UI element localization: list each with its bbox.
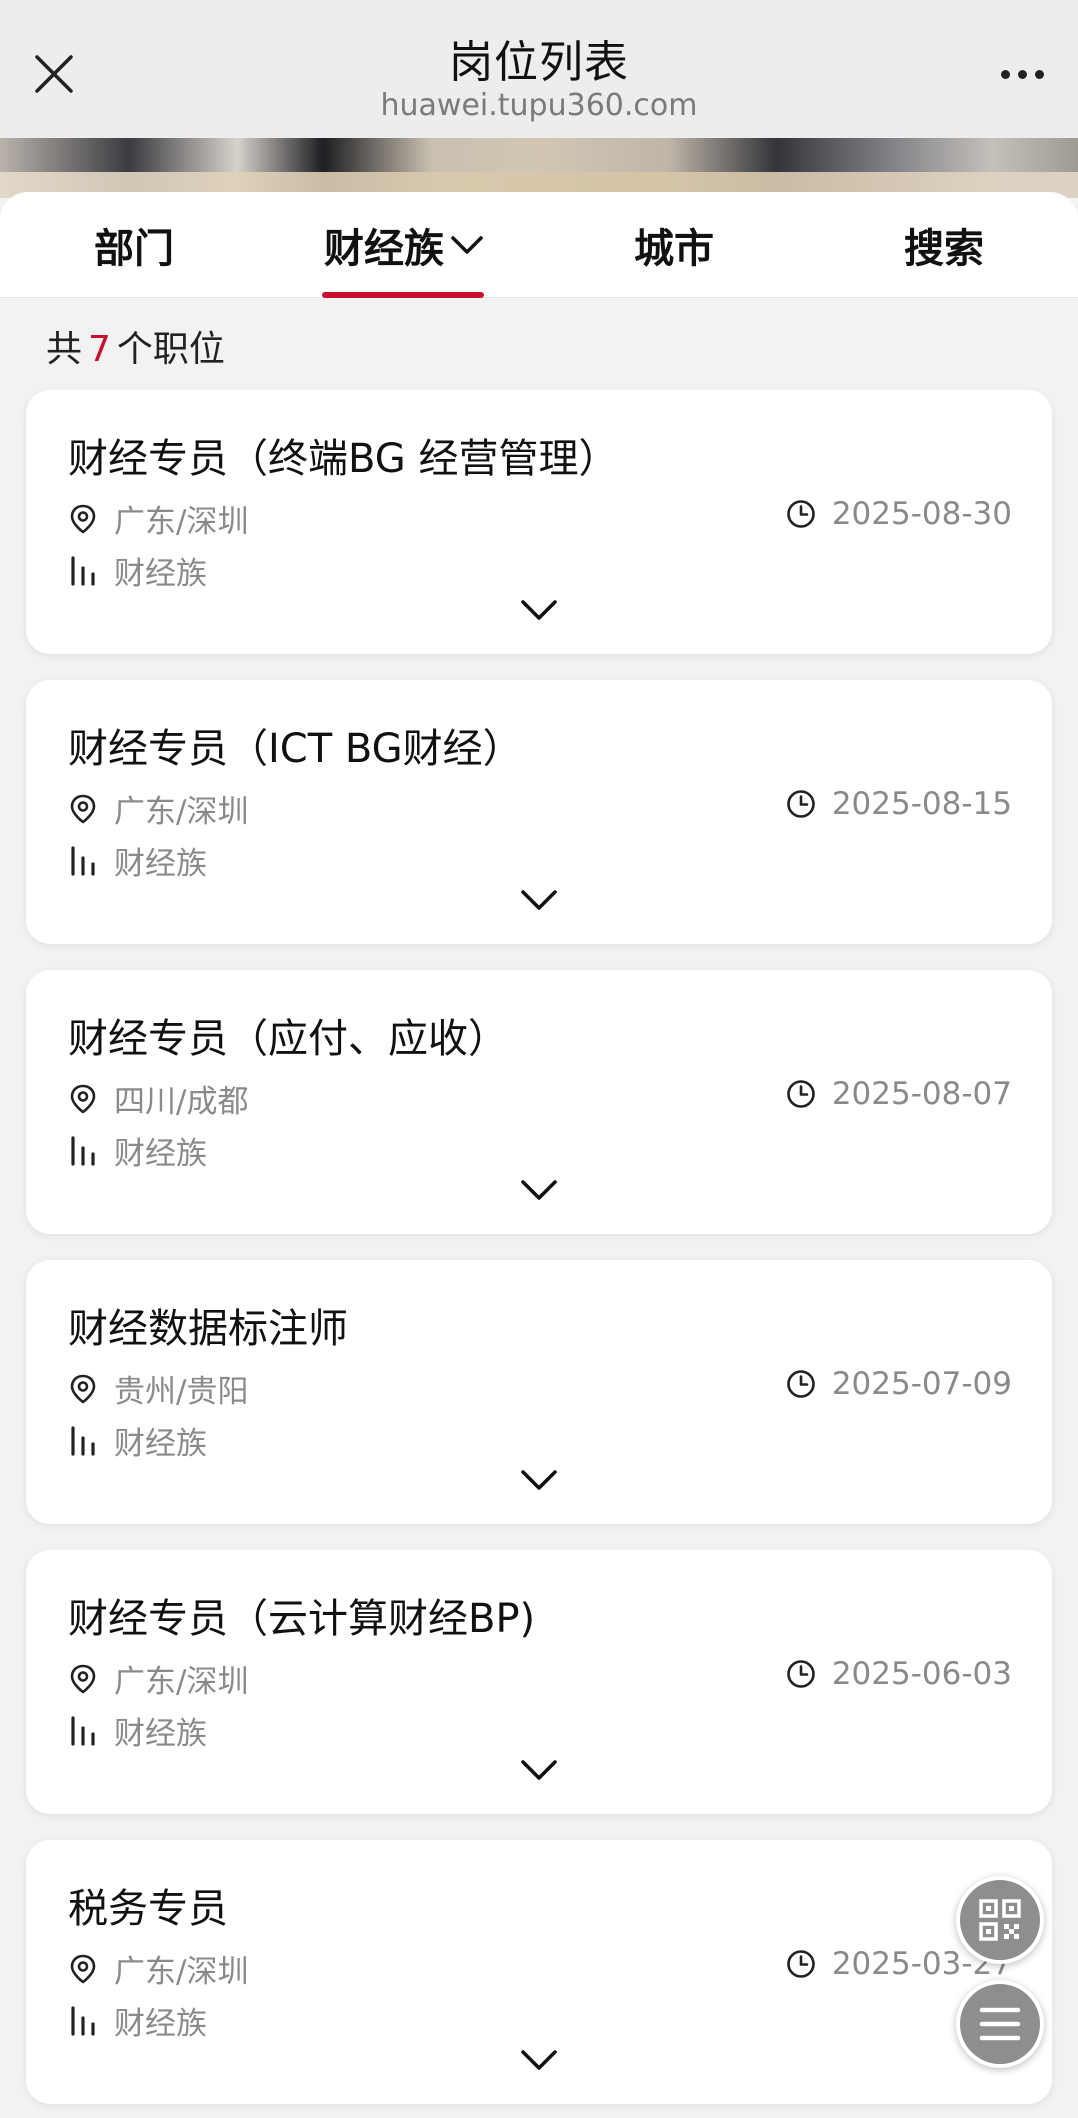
job-location-text: 广东/深圳 <box>114 794 249 830</box>
tab-department[interactable]: 部门 <box>34 192 234 298</box>
chevron-down-icon <box>519 888 559 912</box>
job-family: 财经族 <box>68 1708 207 1753</box>
location-pin-icon <box>68 504 98 534</box>
job-location: 四川/成都 <box>68 1076 248 1121</box>
job-family-text: 财经族 <box>114 1136 207 1172</box>
location-pin-icon <box>68 794 98 824</box>
tab-city[interactable]: 城市 <box>574 192 774 298</box>
clock-icon <box>786 1949 816 1979</box>
job-location-text: 广东/深圳 <box>114 1954 249 1990</box>
clock-icon <box>786 1659 816 1689</box>
job-family-text: 财经族 <box>114 2006 207 2042</box>
job-location-text: 贵州/贵阳 <box>114 1374 249 1410</box>
bar-chart-icon <box>68 555 98 586</box>
expand-button[interactable] <box>506 1750 572 1790</box>
job-family: 财经族 <box>68 1128 207 1173</box>
job-card[interactable]: 财经专员（ICT BG财经） 广东/深圳 2025-08-15 财经族 <box>26 680 1052 944</box>
location-pin-icon <box>68 1374 98 1404</box>
job-date: 2025-08-15 <box>786 786 1012 822</box>
page-title: 岗位列表 <box>449 37 629 88</box>
tab-search[interactable]: 搜索 <box>844 192 1044 298</box>
menu-button[interactable] <box>956 1980 1044 2068</box>
job-family: 财经族 <box>68 838 207 883</box>
job-location: 广东/深圳 <box>68 496 248 541</box>
job-family: 财经族 <box>68 1998 207 2043</box>
tab-label: 城市 <box>634 226 714 272</box>
job-date-text: 2025-06-03 <box>831 1656 1012 1692</box>
expand-button[interactable] <box>506 880 572 920</box>
bar-chart-icon <box>68 2005 98 2036</box>
job-card[interactable]: 财经专员（应付、应收） 四川/成都 2025-08-07 财经族 <box>26 970 1052 1234</box>
bar-chart-icon <box>68 1425 98 1456</box>
job-date-text: 2025-08-30 <box>831 496 1012 532</box>
job-card[interactable]: 财经专员（云计算财经BP) 广东/深圳 2025-06-03 财经族 <box>26 1550 1052 1814</box>
job-family: 财经族 <box>68 548 207 593</box>
qr-code-button[interactable] <box>956 1876 1044 1964</box>
menu-icon <box>979 2007 1021 2041</box>
chevron-down-icon <box>519 1758 559 1782</box>
clock-icon <box>786 499 816 529</box>
job-location-text: 四川/成都 <box>114 1084 249 1120</box>
expand-button[interactable] <box>506 1460 572 1500</box>
job-date: 2025-08-30 <box>786 496 1012 532</box>
job-location-text: 广东/深圳 <box>114 504 249 540</box>
job-title[interactable]: 税务专员 <box>68 1876 228 1934</box>
job-location: 广东/深圳 <box>68 786 248 831</box>
location-pin-icon <box>68 1954 98 1984</box>
chevron-down-icon <box>519 2048 559 2072</box>
job-date-text: 2025-08-15 <box>831 786 1012 822</box>
job-date: 2025-07-09 <box>786 1366 1012 1402</box>
job-title[interactable]: 财经数据标注师 <box>68 1296 348 1354</box>
job-card[interactable]: 财经专员（终端BG 经营管理） 广东/深圳 2025-08-30 财经族 <box>26 390 1052 654</box>
job-title[interactable]: 财经专员（云计算财经BP) <box>68 1586 535 1644</box>
bar-chart-icon <box>68 1135 98 1166</box>
job-date-text: 2025-08-07 <box>831 1076 1012 1112</box>
job-date: 2025-06-03 <box>786 1656 1012 1692</box>
filter-tabs: 部门 财经族 城市 搜索 <box>0 192 1078 298</box>
job-card[interactable]: 税务专员 广东/深圳 2025-03-27 财经族 <box>26 1840 1052 2104</box>
clock-icon <box>786 1369 816 1399</box>
page-url: huawei.tupu360.com <box>380 88 698 123</box>
banner-image <box>0 138 1078 198</box>
expand-button[interactable] <box>506 2040 572 2080</box>
job-count: 共 7 个职位 <box>46 329 225 370</box>
job-title[interactable]: 财经专员（ICT BG财经） <box>68 716 523 774</box>
job-location: 广东/深圳 <box>68 1656 248 1701</box>
tab-label: 部门 <box>94 226 174 272</box>
chevron-down-icon <box>519 1178 559 1202</box>
bar-chart-icon <box>68 1715 98 1746</box>
job-family: 财经族 <box>68 1418 207 1463</box>
job-location-text: 广东/深圳 <box>114 1664 249 1700</box>
location-pin-icon <box>68 1084 98 1114</box>
job-count-number: 7 <box>88 329 111 370</box>
chevron-down-icon <box>519 1468 559 1492</box>
qr-code-icon <box>979 1899 1021 1941</box>
job-location: 贵州/贵阳 <box>68 1366 248 1411</box>
chevron-down-icon <box>519 598 559 622</box>
job-family-text: 财经族 <box>114 846 207 882</box>
active-tab-indicator <box>322 292 484 298</box>
job-date: 2025-08-07 <box>786 1076 1012 1112</box>
job-title[interactable]: 财经专员（应付、应收） <box>68 1006 508 1064</box>
expand-button[interactable] <box>506 590 572 630</box>
job-family-text: 财经族 <box>114 1426 207 1462</box>
job-card[interactable]: 财经数据标注师贵州/贵阳 2025-07-09 财经族 <box>26 1260 1052 1524</box>
clock-icon <box>786 1079 816 1109</box>
more-icon <box>1000 69 1044 79</box>
expand-button[interactable] <box>506 1170 572 1210</box>
top-nav-bar: 岗位列表 huawei.tupu360.com <box>0 0 1078 138</box>
job-family-text: 财经族 <box>114 1716 207 1752</box>
job-date-text: 2025-07-09 <box>831 1366 1012 1402</box>
tab-finance-family[interactable]: 财经族 <box>304 192 504 298</box>
job-location: 广东/深圳 <box>68 1946 248 1991</box>
tab-label: 搜索 <box>904 226 984 272</box>
job-family-text: 财经族 <box>114 556 207 592</box>
location-pin-icon <box>68 1664 98 1694</box>
tab-label: 财经族 <box>324 226 444 272</box>
clock-icon <box>786 789 816 819</box>
chevron-down-icon <box>450 234 484 256</box>
bar-chart-icon <box>68 845 98 876</box>
job-title[interactable]: 财经专员（终端BG 经营管理） <box>68 426 618 484</box>
more-button[interactable] <box>990 50 1054 98</box>
